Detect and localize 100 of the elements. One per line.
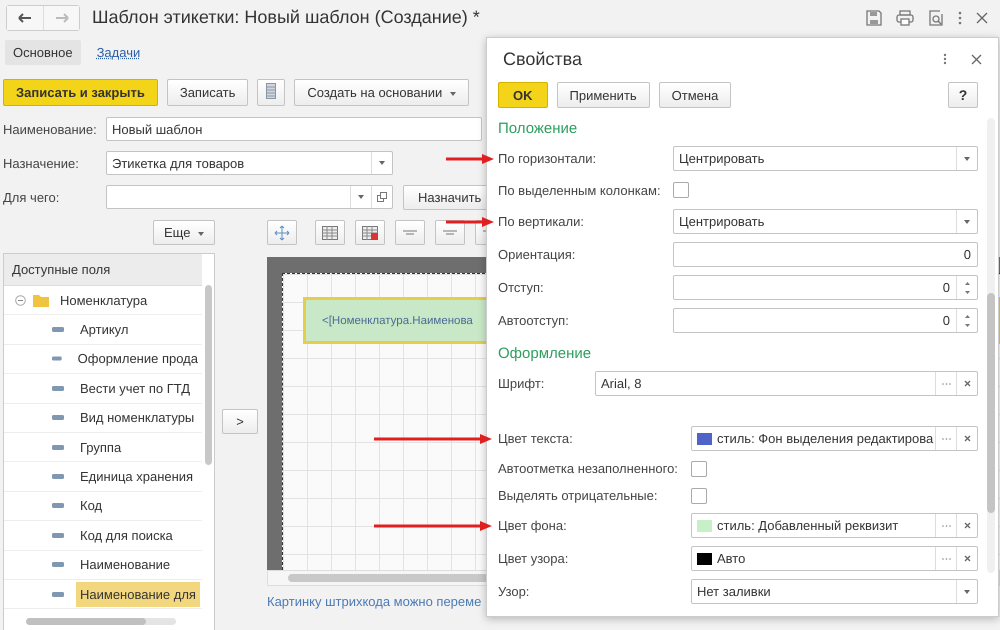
property-picker[interactable]: стиль: Фон выделения редактирова xyxy=(691,426,978,451)
property-label: По вертикали: xyxy=(498,214,585,229)
tree-item[interactable]: Код xyxy=(76,493,106,518)
spin-field[interactable]: 0 xyxy=(673,308,978,333)
collapse-icon[interactable] xyxy=(15,294,26,306)
create-based-on-button[interactable]: Создать на основании xyxy=(294,79,469,106)
tab[interactable]: Задачи xyxy=(88,40,148,64)
field-icon xyxy=(52,415,64,420)
more-icon[interactable] xyxy=(943,53,947,65)
list-button[interactable] xyxy=(257,79,286,106)
tree-item[interactable]: Наименование для xyxy=(76,582,200,607)
dropdown-icon xyxy=(964,156,970,160)
field-icon xyxy=(52,444,64,450)
property-label: По горизонтали: xyxy=(498,151,598,166)
back-arrow-icon xyxy=(18,12,32,22)
save-and-close-button[interactable]: Записать и закрыть xyxy=(3,79,158,106)
vertical-scrollbar[interactable] xyxy=(987,118,995,573)
tree-item[interactable]: Номенклатура xyxy=(56,288,152,313)
dropdown-icon xyxy=(964,590,970,594)
tab[interactable]: Основное xyxy=(5,40,81,64)
tree-item[interactable]: Вести учет по ГТД xyxy=(76,376,194,401)
field-label: Наименование: xyxy=(3,122,98,136)
target-field[interactable] xyxy=(106,185,393,209)
property-picker[interactable]: Arial, 8 xyxy=(595,371,978,396)
window-title: Шаблон этикетки: Новый шаблон (Создание) * xyxy=(92,7,480,28)
close-icon[interactable] xyxy=(971,54,982,64)
property-label: Выделять отрицательные: xyxy=(498,488,658,503)
clear-icon xyxy=(964,555,970,562)
grid-icon xyxy=(322,226,338,240)
back-button[interactable] xyxy=(7,6,43,30)
property-label: Автоотметка незаполненного: xyxy=(498,461,679,476)
clear-icon xyxy=(964,435,970,442)
dropdown-icon xyxy=(358,195,364,199)
tree-item[interactable]: Код для поиска xyxy=(76,522,177,548)
hint-text: Картинку штрихкода можно переме xyxy=(267,594,482,609)
property-label: Автоотступ: xyxy=(498,313,570,328)
purpose-select[interactable]: Этикетка для товаров xyxy=(106,151,393,175)
open-icon xyxy=(377,192,387,202)
list-icon xyxy=(266,83,276,99)
property-select[interactable]: Нет заливки xyxy=(691,579,978,604)
dropdown-icon xyxy=(379,161,385,165)
property-label: Цвет текста: xyxy=(498,431,574,446)
align-middle-icon xyxy=(443,230,457,236)
horizontal-scrollbar[interactable] xyxy=(26,618,176,625)
align-tool-button[interactable] xyxy=(395,220,425,245)
ok-button[interactable]: OK xyxy=(498,82,548,108)
checkbox[interactable] xyxy=(691,460,707,476)
dialog-button[interactable]: Отмена xyxy=(658,82,732,108)
property-picker[interactable]: Авто xyxy=(691,546,978,571)
align-tool-button[interactable] xyxy=(435,220,465,245)
save-button[interactable]: Записать xyxy=(166,79,248,106)
tree-item[interactable]: Наименование xyxy=(76,552,174,578)
tree-item[interactable]: Вид номенклатуры xyxy=(76,405,198,430)
tree-item[interactable]: Артикул xyxy=(76,317,132,342)
field-icon xyxy=(52,562,64,568)
property-label: Шрифт: xyxy=(498,376,546,391)
more-icon[interactable] xyxy=(958,10,962,24)
add-field-button[interactable]: > xyxy=(222,409,258,434)
field-label: Для чего: xyxy=(3,190,60,204)
move-tool-button[interactable] xyxy=(267,220,297,245)
field-label: Назначение: xyxy=(3,156,80,170)
dialog-title: Свойства xyxy=(503,48,582,70)
spin-field[interactable]: 0 xyxy=(673,275,978,300)
number-field[interactable]: 0 xyxy=(673,242,978,267)
field-icon xyxy=(52,503,64,508)
dialog-button[interactable]: Применить xyxy=(556,82,650,108)
tree-item[interactable]: Оформление прода xyxy=(74,346,202,372)
property-label: По выделенным колонкам: xyxy=(498,182,662,198)
align-top-icon xyxy=(403,230,417,236)
checkbox[interactable] xyxy=(673,182,689,198)
caret-icon xyxy=(450,92,456,96)
property-label: Цвет узора: xyxy=(498,551,570,566)
section-title: Оформление xyxy=(498,345,592,364)
save-icon[interactable] xyxy=(866,10,882,26)
table-tool-button[interactable] xyxy=(315,220,345,245)
field-icon xyxy=(52,592,64,597)
table-tool-button[interactable] xyxy=(355,220,385,245)
property-label: Цвет фона: xyxy=(498,518,568,533)
preview-icon[interactable] xyxy=(928,10,944,26)
checkbox[interactable] xyxy=(691,488,707,504)
name-field[interactable]: Новый шаблон xyxy=(106,117,482,141)
field-icon xyxy=(52,356,62,362)
tree-item[interactable]: Единица хранения xyxy=(76,464,198,490)
dropdown-icon xyxy=(964,220,970,224)
more-button[interactable]: Еще xyxy=(153,220,216,245)
caret-icon xyxy=(198,232,204,236)
property-select[interactable]: Центрировать xyxy=(673,146,978,171)
property-label: Узор: xyxy=(498,584,530,599)
property-picker[interactable]: стиль: Добавленный реквизит xyxy=(691,513,978,538)
section-title: Положение xyxy=(498,120,578,139)
move-icon xyxy=(274,224,290,240)
field-icon xyxy=(52,532,64,538)
property-select[interactable]: Центрировать xyxy=(673,209,978,234)
close-icon[interactable] xyxy=(976,12,988,24)
tree-item[interactable]: Группа xyxy=(76,434,126,460)
print-icon[interactable] xyxy=(896,10,914,26)
field-icon xyxy=(52,327,64,332)
folder-icon xyxy=(33,294,49,307)
help-button[interactable]: ? xyxy=(948,82,978,108)
property-label: Отступ: xyxy=(498,280,545,295)
